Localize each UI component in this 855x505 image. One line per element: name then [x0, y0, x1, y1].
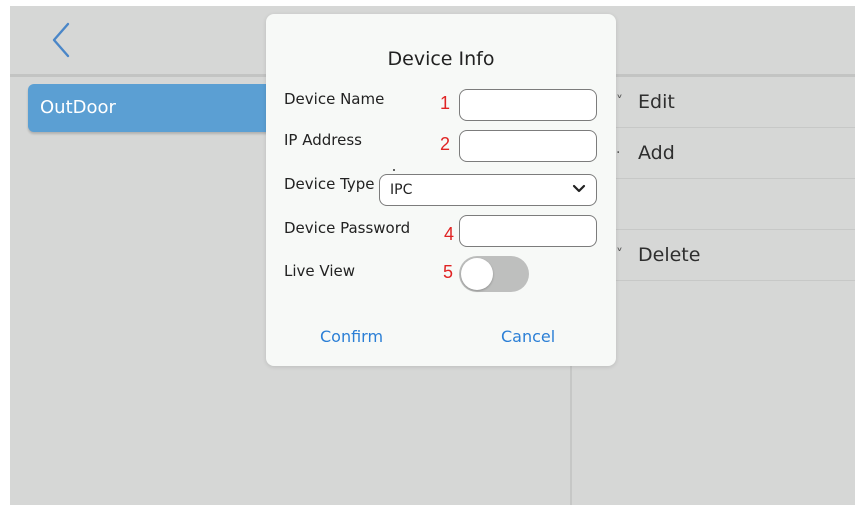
device-type-select[interactable]: IPC	[379, 174, 597, 206]
toggle-knob	[461, 258, 493, 290]
chevron-down-icon	[572, 184, 586, 193]
device-type-value: IPC	[390, 182, 413, 198]
chevron-left-icon	[52, 22, 70, 58]
cancel-button[interactable]: Cancel	[501, 327, 555, 346]
edit-marker-icon: ˅	[616, 94, 623, 110]
ip-address-label: IP Address	[284, 131, 362, 149]
stray-dot	[393, 169, 395, 171]
field-number-5: 5	[443, 262, 454, 282]
menu-item-label: Delete	[638, 244, 701, 266]
field-number-4: 4	[444, 224, 455, 244]
add-marker-icon: ·	[616, 145, 621, 161]
delete-marker-icon: ˅	[616, 247, 623, 263]
dialog-title: Device Info	[387, 48, 495, 70]
device-password-label: Device Password	[284, 219, 411, 237]
device-info-dialog: Device Info Device Name 1 IP Address 2 D…	[266, 14, 616, 366]
device-password-input[interactable]	[459, 215, 597, 247]
device-type-label: Device Type	[284, 175, 375, 193]
confirm-button[interactable]: Confirm	[320, 327, 383, 346]
field-number-2: 2	[440, 134, 451, 154]
menu-item-label: Edit	[638, 91, 675, 113]
menu-item-label: Add	[638, 142, 675, 164]
device-name-label: Device Name	[284, 90, 385, 108]
live-view-label: Live View	[284, 262, 355, 280]
back-button[interactable]	[44, 20, 80, 60]
device-name-input[interactable]	[459, 89, 597, 121]
live-view-toggle[interactable]	[459, 256, 529, 292]
field-number-1: 1	[440, 93, 451, 113]
list-item-outdoor[interactable]: OutDoor	[28, 84, 278, 132]
ip-address-input[interactable]	[459, 130, 597, 162]
